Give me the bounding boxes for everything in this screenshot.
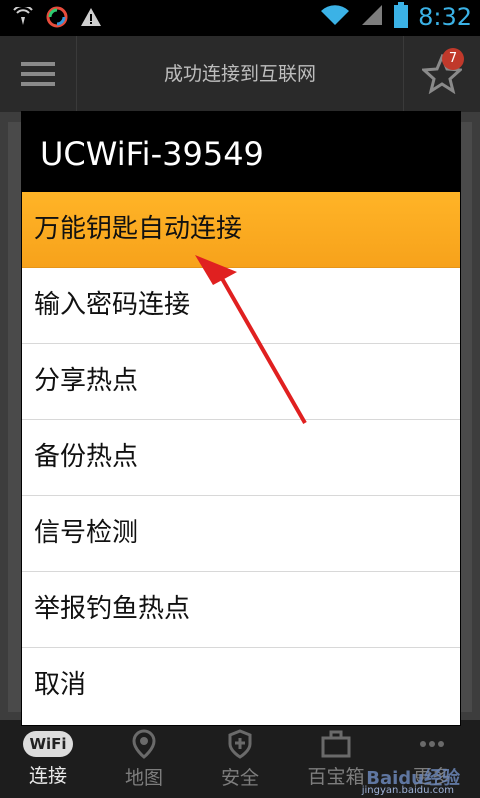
- warning-icon: [80, 7, 102, 31]
- menu-item-cancel[interactable]: 取消: [22, 648, 460, 723]
- favorites-button[interactable]: 7: [403, 36, 480, 112]
- menu-item-report-phishing[interactable]: 举报钓鱼热点: [22, 572, 460, 648]
- wifi-logo-icon: WiFi: [23, 730, 73, 757]
- menu-item-share-hotspot[interactable]: 分享热点: [22, 344, 460, 420]
- app-header: 成功连接到互联网 7: [0, 36, 480, 113]
- header-title: 成功连接到互联网: [163, 63, 316, 85]
- app-logo-icon: [46, 6, 68, 32]
- bottom-nav: WiFi 连接 地图 安全 百宝箱 更多 Baidu经验 jingyan.bai…: [0, 720, 480, 798]
- more-icon: [420, 740, 444, 747]
- wifi-signal-icon: [12, 4, 34, 31]
- menu-item-backup-hotspot[interactable]: 备份热点: [22, 420, 460, 496]
- nav-item-map[interactable]: 地图: [96, 720, 192, 798]
- shield-icon: [228, 728, 252, 759]
- notification-badge: 7: [442, 48, 464, 70]
- dialog-title: UCWiFi-39549: [22, 112, 460, 192]
- nav-item-connect[interactable]: WiFi 连接: [0, 720, 96, 798]
- menu-button[interactable]: [0, 36, 77, 112]
- menu-item-signal-test[interactable]: 信号检测: [22, 496, 460, 572]
- menu-item-auto-connect[interactable]: 万能钥匙自动连接: [22, 192, 460, 268]
- menu-item-password-connect[interactable]: 输入密码连接: [22, 268, 460, 344]
- map-pin-icon: [132, 728, 156, 759]
- nav-label: 地图: [124, 766, 163, 789]
- cellular-signal-icon: [360, 3, 384, 31]
- wifi-icon: [320, 3, 350, 31]
- nav-item-security[interactable]: 安全: [192, 720, 288, 798]
- wifi-options-dialog: UCWiFi-39549 万能钥匙自动连接 输入密码连接 分享热点 备份热点 信…: [22, 112, 460, 725]
- nav-label: 安全: [220, 766, 259, 789]
- nav-label: 百宝箱: [307, 765, 365, 788]
- status-bar: 8:32: [0, 0, 480, 36]
- nav-label: 连接: [28, 764, 67, 787]
- baidu-watermark-url: jingyan.baidu.com: [361, 785, 454, 796]
- hamburger-menu-icon: [21, 62, 55, 86]
- toolbox-icon: [321, 730, 351, 757]
- battery-icon: [394, 2, 409, 32]
- clock: 8:32: [418, 3, 472, 31]
